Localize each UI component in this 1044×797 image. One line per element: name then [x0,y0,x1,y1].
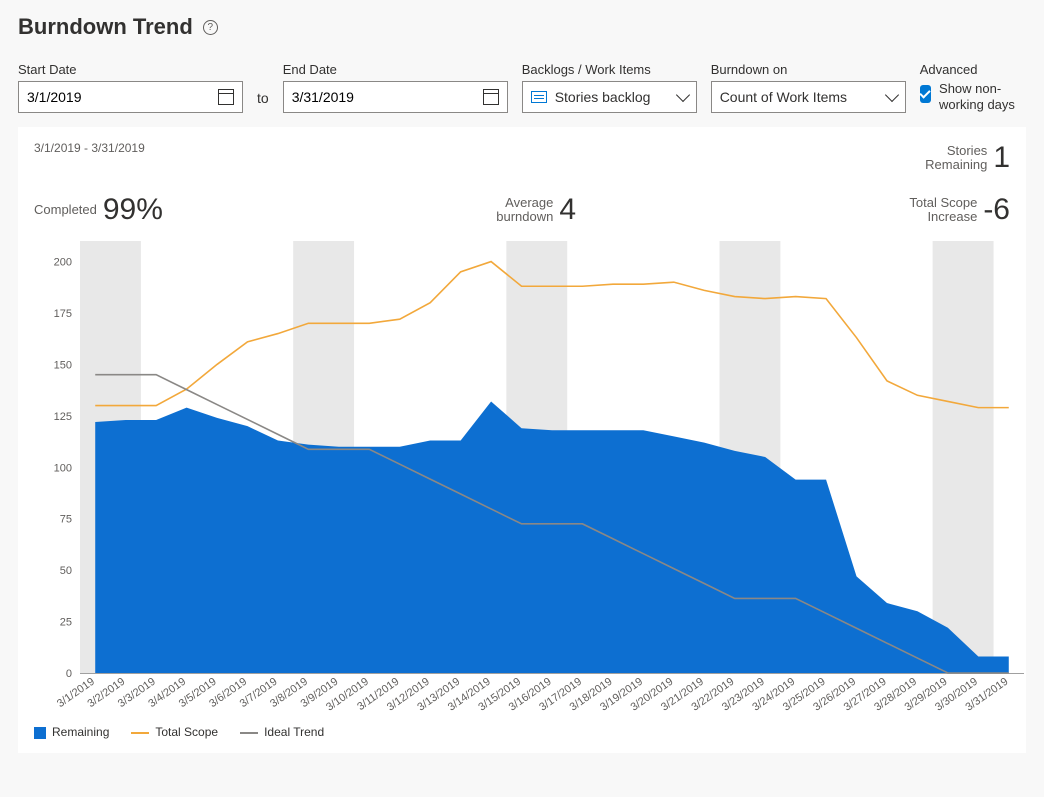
legend-swatch-totalscope [131,732,149,734]
svg-text:150: 150 [54,359,72,371]
average-burndown-metric: Averageburndown 4 [496,193,576,227]
start-date-label: Start Date [18,62,243,77]
to-label: to [257,90,269,113]
backlogs-value: Stories backlog [555,89,651,105]
calendar-icon[interactable] [218,89,234,105]
chevron-down-icon [885,88,899,102]
end-date-field[interactable] [283,81,508,113]
chevron-down-icon [676,88,690,102]
svg-text:75: 75 [60,514,72,526]
advanced-label: Advanced [920,62,1026,77]
completed-metric: Completed 99% [34,193,163,227]
burndown-on-select[interactable]: Count of Work Items [711,81,906,113]
legend-swatch-idealtrend [240,732,258,734]
end-date-label: End Date [283,62,508,77]
svg-text:50: 50 [60,565,72,577]
calendar-icon[interactable] [483,89,499,105]
help-icon[interactable]: ? [203,20,218,35]
backlogs-select[interactable]: Stories backlog [522,81,697,113]
backlogs-label: Backlogs / Work Items [522,62,697,77]
chart-legend: Remaining Total Scope Ideal Trend [34,725,1010,739]
svg-text:25: 25 [60,617,72,629]
show-nonworking-label: Show non-working days [939,81,1026,113]
backlog-icon [531,91,547,103]
svg-text:0: 0 [66,668,72,680]
svg-text:100: 100 [54,462,72,474]
show-nonworking-checkbox[interactable] [920,85,931,103]
svg-text:125: 125 [54,411,72,423]
total-scope-increase-metric: Total ScopeIncrease -6 [909,193,1010,227]
end-date-input[interactable] [292,89,432,105]
page-title: Burndown Trend [18,14,193,40]
start-date-input[interactable] [27,89,167,105]
burndown-on-label: Burndown on [711,62,906,77]
svg-text:175: 175 [54,308,72,320]
legend-swatch-remaining [34,727,46,739]
start-date-field[interactable] [18,81,243,113]
svg-text:200: 200 [54,257,72,269]
burndown-chart: 02550751001251501752003/1/20193/2/20193/… [34,235,1010,715]
stories-remaining-metric: StoriesRemaining 1 [925,141,1010,175]
burndown-on-value: Count of Work Items [720,89,847,105]
